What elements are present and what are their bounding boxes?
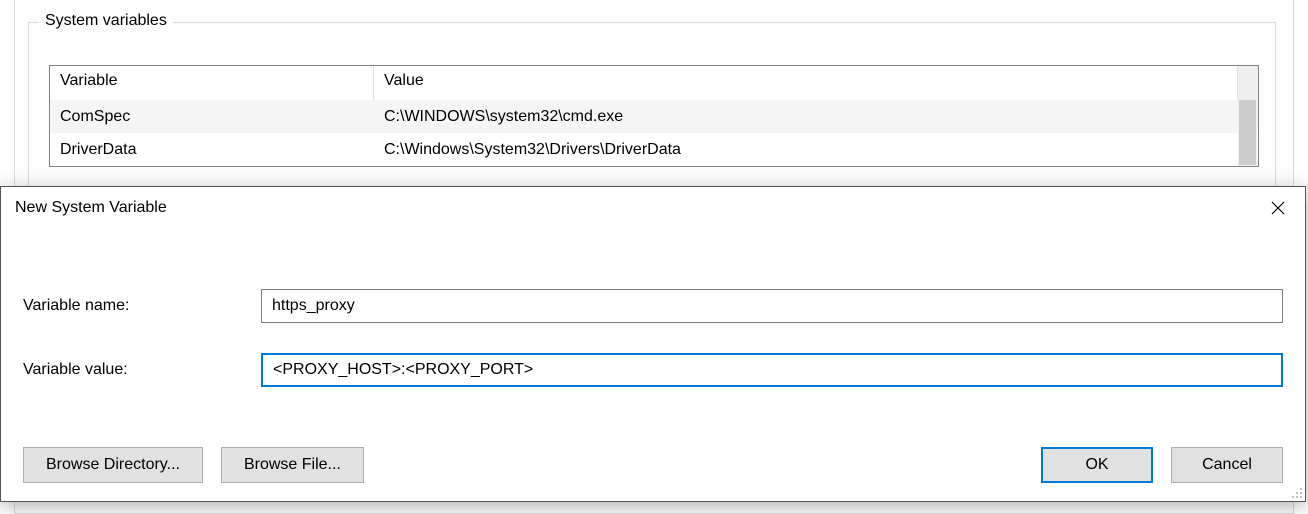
cell-value: C:\WINDOWS\system32\cmd.exe: [374, 104, 1258, 130]
dialog-button-bar: Browse Directory... Browse File... OK Ca…: [23, 447, 1283, 483]
cell-value: C:\Windows\System32\Drivers\DriverData: [374, 137, 1258, 163]
dialog-titlebar[interactable]: New System Variable: [1, 187, 1305, 229]
cell-variable: ComSpec: [50, 104, 374, 130]
scroll-up-button[interactable]: [1238, 66, 1258, 100]
table-header: Variable Value: [50, 66, 1258, 100]
system-variables-table[interactable]: Variable Value ComSpec C:\WINDOWS\system…: [49, 65, 1259, 167]
column-header-value[interactable]: Value: [374, 66, 1238, 100]
close-button[interactable]: [1251, 188, 1305, 228]
variable-name-input[interactable]: [261, 289, 1283, 323]
close-icon: [1271, 201, 1285, 215]
variable-name-label: Variable name:: [23, 297, 261, 315]
table-body: ComSpec C:\WINDOWS\system32\cmd.exe Driv…: [50, 100, 1258, 166]
table-row[interactable]: DriverData C:\Windows\System32\Drivers\D…: [50, 133, 1258, 166]
cell-variable: DriverData: [50, 137, 374, 163]
dialog-form: Variable name: Variable value:: [1, 229, 1305, 387]
variable-name-row: Variable name:: [23, 289, 1283, 323]
group-legend: System variables: [39, 12, 173, 30]
scrollbar-track[interactable]: [1238, 100, 1257, 166]
variable-value-label: Variable value:: [23, 361, 261, 379]
variable-value-input[interactable]: [261, 353, 1283, 387]
cancel-button[interactable]: Cancel: [1171, 447, 1283, 483]
browse-file-button[interactable]: Browse File...: [221, 447, 364, 483]
resize-grip-icon[interactable]: [1287, 483, 1303, 499]
variable-value-row: Variable value:: [23, 353, 1283, 387]
table-row[interactable]: ComSpec C:\WINDOWS\system32\cmd.exe: [50, 100, 1258, 133]
new-system-variable-dialog: New System Variable Variable name: Varia…: [0, 186, 1306, 502]
ok-button[interactable]: OK: [1041, 447, 1153, 483]
column-header-variable[interactable]: Variable: [50, 66, 374, 100]
dialog-title: New System Variable: [15, 199, 167, 217]
browse-directory-button[interactable]: Browse Directory...: [23, 447, 203, 483]
